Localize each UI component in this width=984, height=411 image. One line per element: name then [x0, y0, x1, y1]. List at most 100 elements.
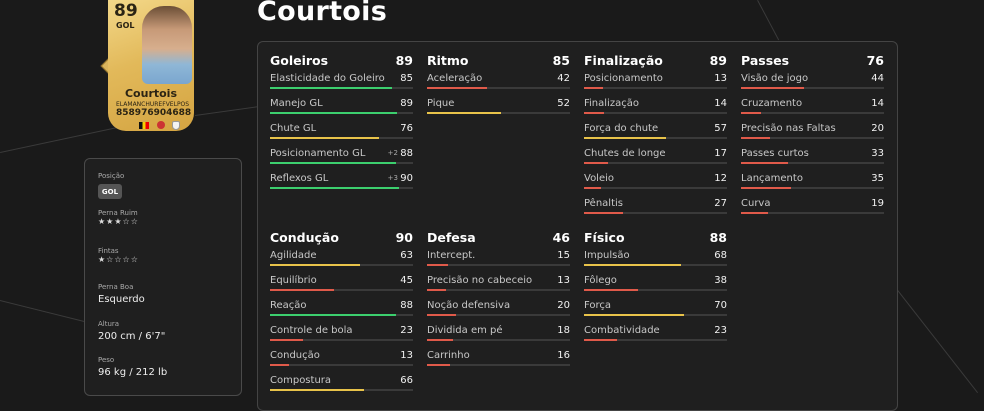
card-stat-value: 85: [116, 108, 129, 118]
stat-row: Elasticidade do Goleiro 85: [270, 70, 413, 95]
stat-row: Precisão no cabeceio 13: [427, 272, 570, 297]
stat-group-header: Físico 88: [584, 229, 727, 247]
stat-bar-fill: [584, 87, 603, 89]
stat-value: 44: [871, 73, 884, 84]
stat-name: Controle de bola: [270, 325, 353, 336]
stat-bar-fill: [584, 289, 639, 291]
stat-bar-fill: [427, 112, 502, 114]
skills-label: Fintas: [98, 247, 119, 255]
stat-bar-track: [741, 187, 884, 189]
card-stat-label: CHU: [141, 101, 155, 108]
page-title: Courtois: [257, 0, 388, 27]
stat-bar-track: [270, 339, 413, 341]
stat-bar-fill: [270, 289, 335, 291]
stat-bar-track: [584, 212, 727, 214]
stat-delta: +3: [387, 174, 398, 182]
stat-bar-track: [427, 112, 570, 114]
weight-value: 96 kg / 212 lb: [98, 367, 168, 378]
stat-value: 90: [400, 173, 413, 184]
stat-bar-fill: [427, 87, 488, 89]
stat-name: Pênaltis: [584, 198, 623, 209]
stat-group-ritmo: Ritmo 85 Aceleração 42 Pique 52: [427, 52, 570, 120]
stat-value: 89: [400, 98, 413, 109]
stat-bar-track: [584, 162, 727, 164]
background-line: [195, 105, 265, 116]
stat-name: Posicionamento: [584, 73, 663, 84]
weak-foot-label: Perna Ruim: [98, 209, 138, 217]
card-stat-label: MAN: [127, 101, 142, 108]
stat-name: Condução: [270, 350, 320, 361]
stat-value: 88: [400, 300, 413, 311]
stat-bar-track: [427, 289, 570, 291]
stat-row: Equilíbrio 45: [270, 272, 413, 297]
stat-group-fisico: Físico 88 Impulsão 68 Fôlego 38 Força 70 Co…: [584, 229, 727, 347]
stat-row: Impulsão 68: [584, 247, 727, 272]
stat-row: Compostura 66: [270, 372, 413, 397]
card-stat-values: 85 89 76 90 46 88: [116, 108, 191, 118]
stat-bar-track: [741, 137, 884, 139]
stat-name: Voleio: [584, 173, 615, 184]
stat-name: Elasticidade do Goleiro: [270, 73, 385, 84]
stat-group-value: 46: [552, 230, 570, 245]
stat-group-value: 85: [552, 53, 570, 68]
stat-group-value: 88: [709, 230, 727, 245]
stat-value: 88: [400, 148, 413, 159]
stat-value: 57: [714, 123, 727, 134]
card-position: GOL: [116, 21, 135, 30]
stat-bar-fill: [270, 87, 392, 89]
stat-bar-fill: [741, 187, 792, 189]
stat-row: Controle de bola 23: [270, 322, 413, 347]
card-stat-value: 46: [166, 108, 179, 118]
background-line: [0, 300, 88, 323]
stat-bar-track: [270, 289, 413, 291]
stat-value: 18: [557, 325, 570, 336]
stat-value: 38: [714, 275, 727, 286]
stat-bar-fill: [270, 389, 365, 391]
stat-bar-track: [270, 314, 413, 316]
stat-row: Força do chute 57: [584, 120, 727, 145]
stat-value: 23: [400, 325, 413, 336]
stat-row: Reflexos GL +3 90: [270, 170, 413, 195]
stat-delta: +2: [387, 149, 398, 157]
stat-row: Cruzamento 14: [741, 95, 884, 120]
background-line: [0, 127, 118, 153]
stat-bar-track: [584, 314, 727, 316]
stat-value: 52: [557, 98, 570, 109]
stat-value: 16: [557, 350, 570, 361]
card-stat-value: 90: [153, 108, 167, 118]
stat-bar-fill: [741, 112, 762, 114]
stat-value: 14: [871, 98, 884, 109]
skills-stars: ★☆☆☆☆: [98, 255, 139, 264]
height-label: Altura: [98, 320, 120, 328]
stat-bar-track: [741, 162, 884, 164]
stat-group-passes: Passes 76 Visão de jogo 44 Cruzamento 14 P…: [741, 52, 884, 220]
stat-bar-track: [270, 264, 413, 266]
stat-name: Compostura: [270, 375, 332, 386]
stat-bar-track: [427, 264, 570, 266]
stat-name: Pique: [427, 98, 455, 109]
stat-group-name: Defesa: [427, 230, 476, 245]
stat-name: Passes curtos: [741, 148, 809, 159]
stat-value: 27: [714, 198, 727, 209]
stat-group-goleiros: Goleiros 89 Elasticidade do Goleiro 85 Ma…: [270, 52, 413, 195]
stat-name: Manejo GL: [270, 98, 323, 109]
nation-flag-icon: [139, 122, 149, 129]
stat-group-conducao: Condução 90 Agilidade 63 Equilíbrio 45 Rea…: [270, 229, 413, 397]
stat-name: Aceleração: [427, 73, 483, 84]
stat-name: Curva: [741, 198, 771, 209]
stat-bar-fill: [741, 162, 789, 164]
card-stat-label: REF: [154, 101, 166, 108]
stat-value: 13: [557, 275, 570, 286]
stat-name: Carrinho: [427, 350, 470, 361]
stat-bar-fill: [741, 87, 804, 89]
stats-panel: Goleiros 89 Elasticidade do Goleiro 85 Ma…: [257, 41, 898, 411]
stat-name: Lançamento: [741, 173, 803, 184]
stat-row: Combatividade 23: [584, 322, 727, 347]
stat-name: Equilíbrio: [270, 275, 317, 286]
stat-row: Intercept. 15: [427, 247, 570, 272]
background-line: [897, 290, 979, 394]
stat-bar-track: [584, 339, 727, 341]
stat-value: 85: [400, 73, 413, 84]
preferred-foot-label: Perna Boa: [98, 283, 134, 291]
card-stat-labels: ELA MAN CHU REF VEL POS: [116, 101, 189, 108]
